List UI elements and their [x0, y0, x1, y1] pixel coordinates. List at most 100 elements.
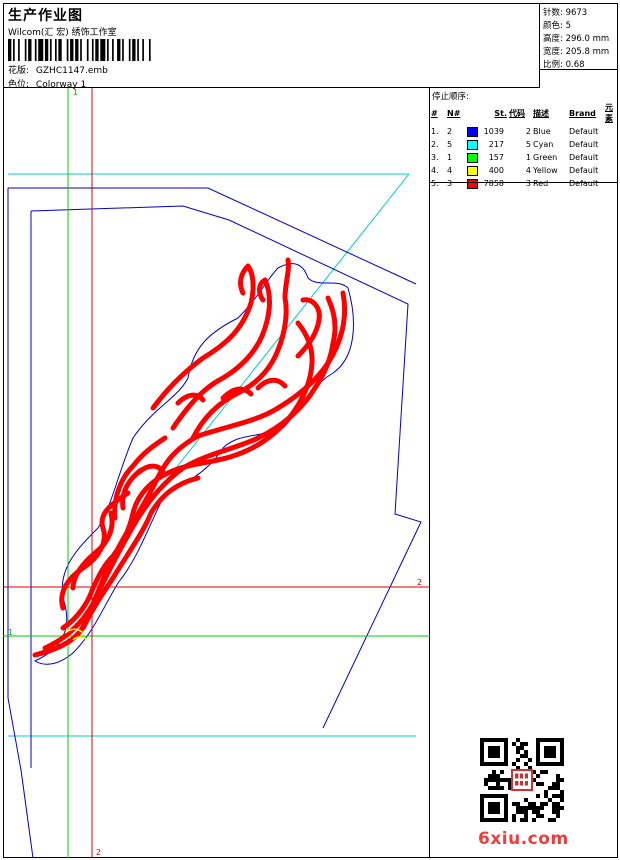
row-needle: 5	[447, 140, 453, 149]
qr-module	[496, 782, 500, 786]
qr-module	[544, 802, 548, 806]
row-element	[604, 138, 618, 151]
red-guide-label-bottom: 2	[96, 848, 101, 857]
row-code: 3	[525, 179, 531, 188]
qr-module	[552, 746, 556, 750]
qr-module	[560, 794, 564, 798]
qr-module	[484, 818, 488, 822]
table-row: 1. 2 1039 2 Blue Default	[430, 125, 618, 138]
qr-module	[492, 770, 496, 774]
table-row: 2. 5 217 5 Cyan Default	[430, 138, 618, 151]
stat-colors: 颜色: 5	[543, 19, 571, 31]
qr-module	[504, 818, 508, 822]
table-row: 3. 1 157 1 Green Default	[430, 151, 618, 164]
qr-module	[480, 754, 484, 758]
qr-module	[512, 802, 516, 806]
qr-module	[560, 798, 564, 802]
qr-module	[488, 802, 492, 806]
header-divider	[540, 69, 618, 70]
row-brand: Default	[569, 179, 599, 188]
row-element	[604, 164, 618, 177]
table-row: 4. 4 400 4 Yellow Default	[430, 164, 618, 177]
qr-module	[480, 794, 484, 798]
row-index: 5.	[431, 179, 439, 188]
qr-module	[480, 798, 484, 802]
barcode-bar	[128, 39, 131, 61]
qr-module	[492, 746, 496, 750]
qr-module	[520, 810, 524, 814]
barcode-bar	[54, 39, 57, 61]
qr-module	[496, 818, 500, 822]
qr-module	[552, 762, 556, 766]
qr-module	[480, 806, 484, 810]
barcode-bar	[122, 39, 124, 61]
qr-module	[528, 758, 532, 762]
barcode-bar	[112, 39, 114, 61]
row-stitches: 1039	[466, 125, 508, 138]
qr-module	[496, 802, 500, 806]
qr-module	[504, 794, 508, 798]
qr-module	[504, 810, 508, 814]
qr-module	[552, 818, 556, 822]
qr-module	[500, 794, 504, 798]
qr-module	[488, 750, 492, 754]
stat-value: 9673	[565, 8, 588, 18]
stat-label: 宽度:	[543, 47, 563, 57]
qr-module	[544, 762, 548, 766]
flame-embroidery	[32, 257, 348, 658]
qr-module	[560, 778, 564, 782]
qr-module	[488, 762, 492, 766]
red-guide-label-right: 2	[417, 578, 422, 587]
qr-module	[496, 810, 500, 814]
qr-module	[488, 818, 492, 822]
stat-label: 高度:	[543, 34, 563, 44]
qr-module	[556, 810, 560, 814]
qr-module	[484, 762, 488, 766]
qr-module	[524, 742, 528, 746]
qr-module	[504, 806, 508, 810]
row-needle: 1	[447, 153, 453, 162]
qr-module	[536, 738, 540, 742]
qr-module	[504, 802, 508, 806]
qr-module	[504, 742, 508, 746]
barcode-bar	[44, 39, 49, 61]
barcode-bar	[70, 39, 74, 61]
green-guide-label-left: 1	[8, 628, 13, 637]
qr-code-icon	[480, 738, 564, 822]
qr-module	[504, 754, 508, 758]
qr-module	[520, 818, 524, 822]
qr-module	[484, 794, 488, 798]
qr-module	[544, 770, 548, 774]
qr-module	[480, 818, 484, 822]
row-description: Yellow	[533, 166, 558, 175]
qr-module	[544, 754, 548, 758]
qr-module	[560, 746, 564, 750]
qr-module	[492, 786, 496, 790]
qr-module	[496, 786, 500, 790]
qr-module	[536, 806, 540, 810]
barcode-bar	[8, 39, 12, 61]
qr-module	[504, 738, 508, 742]
qr-module	[500, 818, 504, 822]
qr-module	[512, 818, 516, 822]
design-canvas[interactable]: 1 1 2 2	[3, 88, 430, 858]
barcode-bar	[117, 39, 121, 61]
qr-module	[524, 762, 528, 766]
qr-module	[532, 810, 536, 814]
stitch-count: 7858	[483, 179, 504, 188]
design-file-row: 花版: GZHC1147.emb	[8, 63, 108, 76]
header-info: 生产作业图 Wilcom(汇 宏) 绣饰工作室 花版: GZHC1147.emb…	[3, 3, 540, 90]
qr-module	[536, 742, 540, 746]
qr-module	[516, 810, 520, 814]
qr-module	[504, 762, 508, 766]
qr-module	[484, 782, 488, 786]
row-index: 4.	[431, 166, 439, 175]
qr-module	[504, 798, 508, 802]
qr-module	[536, 782, 540, 786]
stat-width: 宽度: 205.8 mm	[543, 45, 609, 57]
stop-sequence-table: # N# St. 代码 描述 Brand 元素 1. 2 1039 2 Blue Defa…	[430, 101, 618, 190]
qr-module	[492, 810, 496, 814]
qr-module	[552, 786, 556, 790]
stat-label: 针数:	[543, 8, 563, 18]
qr-module	[536, 754, 540, 758]
